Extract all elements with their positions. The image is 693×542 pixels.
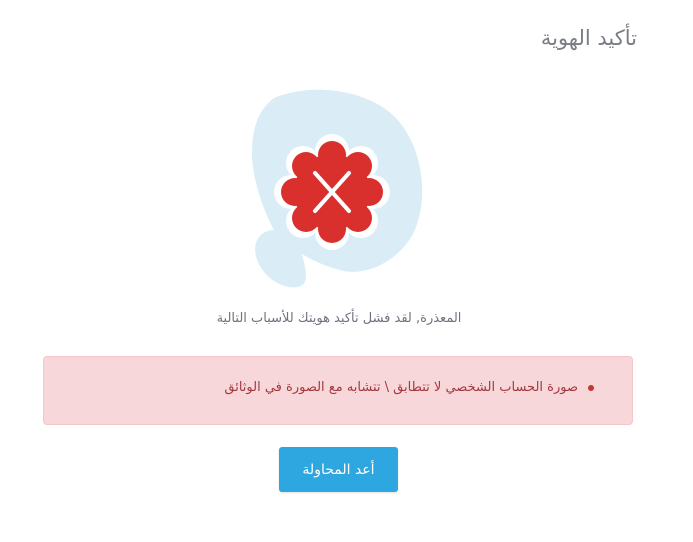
page-title: تأكيد الهوية: [540, 26, 637, 50]
retry-button[interactable]: أعد المحاولة: [279, 447, 398, 492]
error-item-text: صورة الحساب الشخصي لا تتطابق \ تتشابه مع…: [224, 380, 578, 395]
failure-illustration: [244, 84, 424, 294]
error-x-badge-icon: [252, 89, 423, 288]
bullet-icon: [588, 384, 594, 391]
error-list-item: صورة الحساب الشخصي لا تتطابق \ تتشابه مع…: [224, 380, 594, 395]
failure-message: المعذرة, لقد فشل تأكيد هويتك للأسباب الت…: [216, 311, 462, 326]
error-alert: صورة الحساب الشخصي لا تتطابق \ تتشابه مع…: [43, 356, 633, 425]
